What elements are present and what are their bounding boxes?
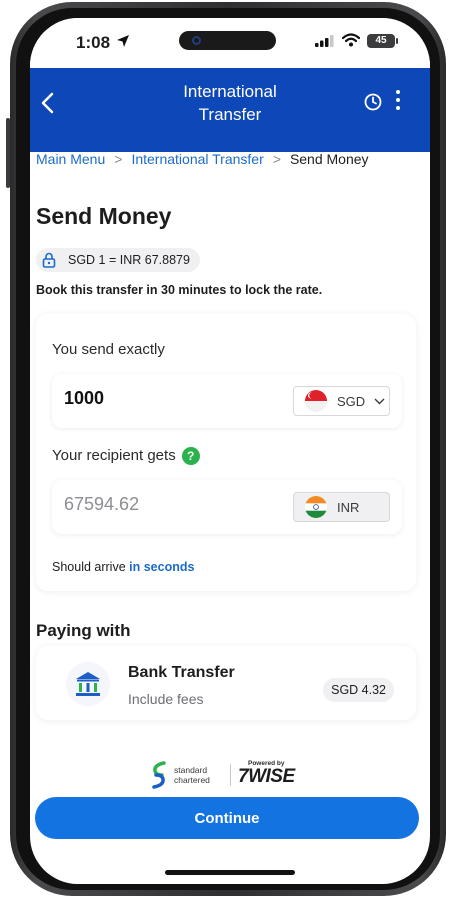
- wise-logo: 7WISE: [238, 766, 295, 787]
- send-currency-code: SGD: [337, 393, 366, 409]
- status-bar: 1:08 45: [30, 18, 430, 68]
- recipient-label-text: Your recipient gets: [52, 447, 176, 464]
- home-indicator: [165, 870, 295, 875]
- breadcrumb: Main Menu > International Transfer > Send Mo…: [36, 151, 369, 167]
- arrival-prefix: Should arrive: [52, 560, 126, 574]
- standard-chartered-logo: [152, 761, 166, 789]
- wifi-icon: [342, 33, 360, 47]
- location-arrow-icon: [117, 35, 129, 47]
- breadcrumb-separator: >: [114, 151, 123, 167]
- recipient-currency-code: INR: [337, 499, 360, 515]
- breadcrumb-current: Send Money: [289, 151, 369, 167]
- paying-with-heading: Paying with: [36, 621, 131, 640]
- breadcrumb-separator: >: [272, 151, 281, 167]
- app-header: International Transfer: [30, 68, 430, 152]
- transfer-amount-card: You send exactly 1000 SGD Your recipient…: [36, 314, 416, 591]
- dynamic-island: [179, 31, 276, 50]
- standard-chartered-wordmark: standard chartered: [174, 765, 210, 785]
- payment-method-card[interactable]: Bank Transfer Include fees SGD 4.32: [36, 646, 416, 720]
- more-vertical-icon[interactable]: [396, 90, 400, 114]
- lock-rate-note: Book this transfer in 30 minutes to lock…: [36, 283, 323, 297]
- arrival-note: Should arrive in seconds: [52, 560, 194, 574]
- send-label: You send exactly: [52, 341, 165, 358]
- signal-icon: [315, 35, 334, 47]
- header-title-line1: International: [183, 82, 277, 101]
- header-title: International Transfer: [125, 80, 335, 126]
- continue-button[interactable]: Continue: [35, 797, 419, 839]
- breadcrumb-international-transfer[interactable]: International Transfer: [131, 151, 263, 167]
- recipient-label: Your recipient gets?: [52, 447, 200, 466]
- help-icon[interactable]: ?: [181, 447, 200, 466]
- recipient-amount-value: 67594.62: [64, 494, 140, 514]
- battery-indicator: 45: [367, 34, 398, 48]
- singapore-flag: [305, 390, 327, 412]
- bank-icon: [66, 662, 110, 706]
- breadcrumb-main-menu[interactable]: Main Menu: [36, 151, 105, 167]
- lock-icon: [40, 251, 58, 269]
- header-title-line2: Transfer: [198, 105, 262, 124]
- recipient-amount-field: 67594.62 INR: [52, 480, 402, 534]
- back-chevron-icon[interactable]: [40, 92, 56, 114]
- send-currency-select[interactable]: SGD: [293, 386, 390, 416]
- rate-chip: SGD 1 = INR 67.8879: [36, 248, 200, 272]
- fee-badge: SGD 4.32: [323, 678, 394, 702]
- logo-divider: [230, 764, 231, 786]
- partner-logos: standard chartered Powered by 7WISE: [150, 760, 310, 790]
- bank-line1: standard: [174, 765, 208, 775]
- payment-method-subtitle: Include fees: [128, 691, 204, 707]
- send-amount-field[interactable]: 1000 SGD: [52, 374, 402, 428]
- history-clock-icon[interactable]: [364, 93, 382, 111]
- camera-dot: [192, 36, 201, 45]
- app-screen: 1:08 45 International Transfer Main Menu…: [30, 18, 430, 884]
- status-time: 1:08: [76, 33, 111, 52]
- exchange-rate: SGD 1 = INR 67.8879: [68, 253, 190, 267]
- send-amount-value[interactable]: 1000: [64, 388, 104, 409]
- arrival-time: in seconds: [129, 560, 195, 574]
- bank-line2: chartered: [174, 775, 210, 785]
- chevron-down-icon: [374, 398, 385, 404]
- side-button: [6, 118, 10, 188]
- india-flag: [305, 496, 327, 518]
- page-title: Send Money: [36, 203, 172, 229]
- recipient-currency-select: INR: [293, 492, 390, 522]
- payment-method-title: Bank Transfer: [128, 664, 235, 681]
